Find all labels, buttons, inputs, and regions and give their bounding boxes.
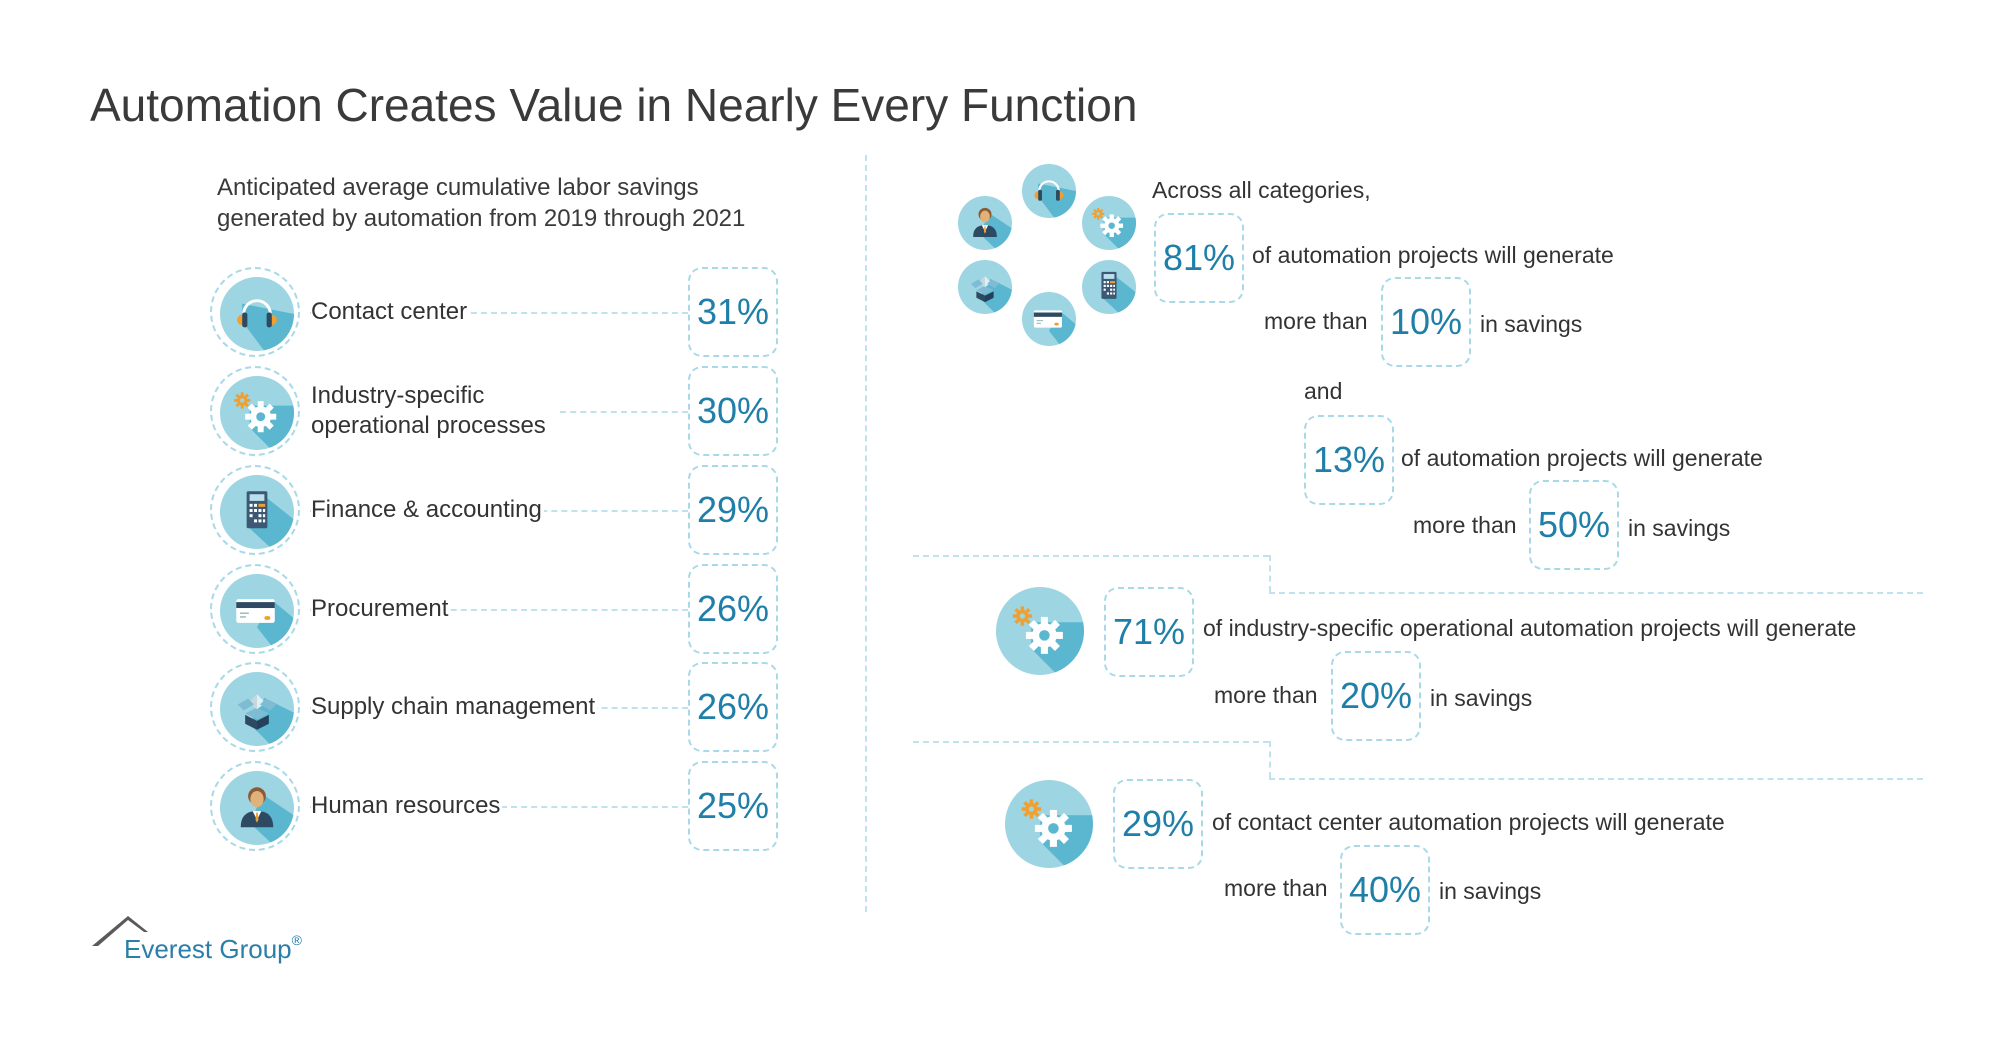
icon-ring [210, 267, 300, 357]
headphones-icon [220, 277, 294, 351]
section1-stat1-suffix: in savings [1480, 311, 1583, 337]
box-icon [220, 672, 294, 746]
box-icon [958, 260, 1012, 314]
section-separator [1269, 555, 1271, 592]
icon-ring [210, 761, 300, 851]
section1-stat2-more-than: more than [1413, 512, 1517, 538]
row-label-line-1: Industry-specific [311, 382, 485, 409]
row-label: Finance & accounting [311, 495, 544, 525]
section-separator [1269, 592, 1923, 594]
row-label-line-2: operational processes [311, 412, 546, 439]
person-icon [220, 771, 294, 845]
logo-name: Everest Group [124, 934, 292, 964]
section1-stat2-suffix: in savings [1628, 515, 1731, 541]
savings-row-finance-accounting: Finance & accounting 29% [210, 463, 780, 559]
row-label: Industry-specific operational processes [311, 381, 548, 441]
section2-more-than: more than [1214, 682, 1318, 708]
savings-row-procurement: Procurement 26% [210, 562, 780, 658]
savings-value: 26% [688, 662, 778, 752]
person-icon [958, 196, 1012, 250]
savings-row-supply-chain: Supply chain management 26% [210, 660, 780, 756]
section1-stat1-text: of automation projects will generate [1252, 242, 1614, 268]
section2-value: 71% [1104, 587, 1194, 677]
section-separator [913, 741, 1269, 743]
registered-mark: ® [291, 932, 302, 948]
gears-icon [220, 376, 294, 450]
gears-icon [1005, 780, 1093, 868]
row-label: Supply chain management [311, 692, 598, 722]
section1-stat1-threshold: 10% [1381, 277, 1471, 367]
panel-divider [865, 155, 867, 912]
section1-stat1-more-than: more than [1264, 308, 1368, 334]
section-separator [913, 555, 1269, 557]
savings-row-contact-center: Contact center 31% [210, 265, 780, 361]
page-title: Automation Creates Value in Nearly Every… [90, 79, 1138, 131]
section2-text: of industry-specific operational automat… [1203, 615, 1857, 641]
row-label: Contact center [311, 297, 470, 327]
credit-card-icon [1022, 292, 1076, 346]
savings-value: 25% [688, 761, 778, 851]
section3-text: of contact center automation projects wi… [1212, 809, 1725, 835]
section1-stat2-threshold: 50% [1529, 480, 1619, 570]
subtitle-line-2: generated by automation from 2019 throug… [217, 205, 746, 232]
icon-ring [210, 465, 300, 555]
leader-line [560, 411, 688, 413]
savings-row-industry-specific: Industry-specific operational processes … [210, 364, 780, 460]
credit-card-icon [220, 574, 294, 648]
section2-threshold: 20% [1331, 651, 1421, 741]
section-separator [1269, 741, 1271, 778]
section-separator [1269, 778, 1923, 780]
calculator-icon [220, 475, 294, 549]
section3-value: 29% [1113, 779, 1203, 869]
section1-stat2-text: of automation projects will generate [1401, 445, 1763, 471]
section1-connector: and [1304, 378, 1343, 404]
calculator-icon [1082, 260, 1136, 314]
subtitle-line-1: Anticipated average cumulative labor sav… [217, 174, 699, 201]
savings-row-human-resources: Human resources 25% [210, 759, 780, 855]
savings-value: 30% [688, 366, 778, 456]
section1-intro: Across all categories, [1152, 177, 1371, 203]
savings-value: 31% [688, 267, 778, 357]
row-label: Human resources [311, 791, 503, 821]
section1-stat2-value: 13% [1304, 415, 1394, 505]
gears-icon [996, 587, 1084, 675]
section3-suffix: in savings [1439, 878, 1542, 904]
headphones-icon [1022, 164, 1076, 218]
icon-ring [210, 662, 300, 752]
savings-value: 26% [688, 564, 778, 654]
section3-more-than: more than [1224, 875, 1328, 901]
gears-icon [1082, 196, 1136, 250]
icon-ring [210, 564, 300, 654]
section2-suffix: in savings [1430, 685, 1533, 711]
logo-text: Everest Group® [124, 932, 302, 965]
everest-group-logo: Everest Group® [90, 908, 302, 968]
icon-ring [210, 366, 300, 456]
left-panel-subtitle: Anticipated average cumulative labor sav… [217, 172, 745, 234]
category-icon-cluster [958, 160, 1140, 350]
section1-stat1-value: 81% [1154, 213, 1244, 303]
row-label: Procurement [311, 594, 451, 624]
section3-threshold: 40% [1340, 845, 1430, 935]
savings-value: 29% [688, 465, 778, 555]
